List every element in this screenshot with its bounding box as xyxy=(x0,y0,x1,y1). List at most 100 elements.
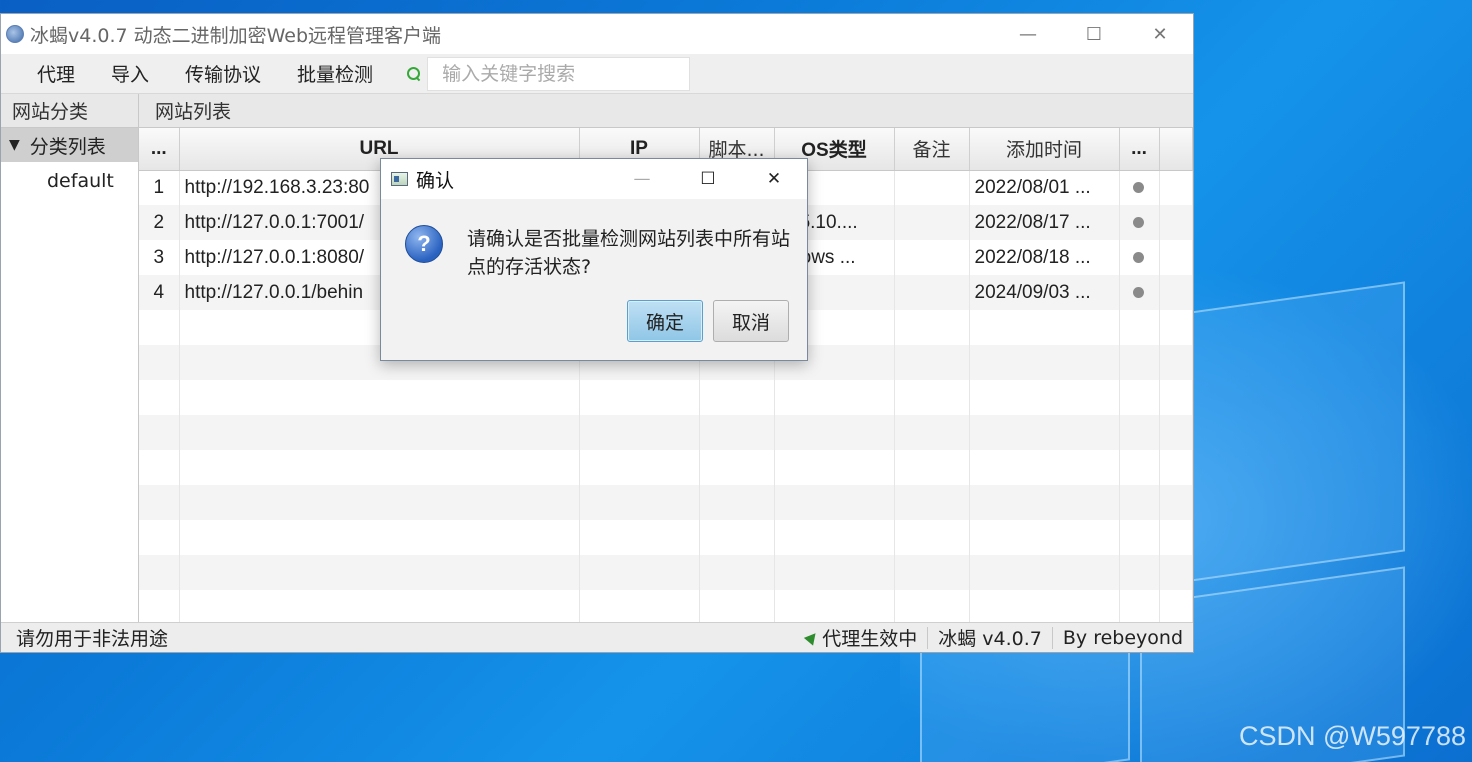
cell-status xyxy=(1119,240,1160,275)
proxy-arrow-icon xyxy=(804,629,821,646)
proxy-status[interactable]: 代理生效中 xyxy=(796,627,927,650)
empty-cell xyxy=(1159,450,1193,485)
cell-note xyxy=(894,170,970,205)
empty-cell xyxy=(894,485,970,520)
empty-cell xyxy=(139,485,180,520)
column-header-added-time[interactable]: 添加时间 xyxy=(969,128,1120,171)
cell-added-time: 2022/08/01 ... xyxy=(969,170,1120,205)
dialog-title: 确认 xyxy=(416,169,455,192)
menu-proxy[interactable]: 代理 xyxy=(1,60,93,87)
empty-cell xyxy=(179,450,580,485)
empty-cell xyxy=(699,590,775,625)
cancel-button[interactable]: 取消 xyxy=(713,300,789,342)
empty-cell xyxy=(1119,520,1160,555)
menu-transport-protocol[interactable]: 传输协议 xyxy=(167,60,279,87)
status-dot-icon xyxy=(1132,216,1144,228)
empty-cell xyxy=(139,590,180,625)
window-controls: — ☐ ✕ xyxy=(995,14,1193,54)
empty-cell xyxy=(179,555,580,590)
empty-cell xyxy=(1119,345,1160,380)
author-label: By rebeyond xyxy=(1051,626,1193,649)
empty-cell xyxy=(1119,380,1160,415)
empty-cell xyxy=(1119,310,1160,345)
empty-cell xyxy=(1159,310,1193,345)
menu-batch-check[interactable]: 批量检测 xyxy=(279,60,391,87)
version-label: 冰蝎 v4.0.7 xyxy=(927,626,1052,650)
empty-cell xyxy=(774,520,895,555)
category-tree-root[interactable]: ▼ 分类列表 xyxy=(1,128,138,162)
empty-cell xyxy=(699,450,775,485)
empty-cell xyxy=(179,520,580,555)
watermark: CSDN @W597788 xyxy=(1239,721,1466,751)
column-header-status[interactable]: ... xyxy=(1119,128,1160,171)
empty-cell xyxy=(774,485,895,520)
column-header-filler xyxy=(1159,128,1193,171)
search-input[interactable] xyxy=(427,56,691,91)
empty-cell xyxy=(139,345,180,380)
window-title: 冰蝎v4.0.7 动态二进制加密Web远程管理客户端 xyxy=(30,24,442,47)
ok-button[interactable]: 确定 xyxy=(627,300,703,342)
dialog-body: ? 请确认是否批量检测网站列表中所有站点的存活状态? xyxy=(381,199,807,281)
minimize-button[interactable]: — xyxy=(995,14,1061,54)
search-icon xyxy=(407,66,421,81)
empty-cell xyxy=(969,450,1120,485)
empty-cell xyxy=(969,345,1120,380)
status-dot-icon xyxy=(1132,181,1144,193)
cell-note xyxy=(894,275,970,310)
dialog-title-bar[interactable]: 确认 — ☐ ✕ xyxy=(381,159,807,199)
empty-cell xyxy=(894,520,970,555)
menu-import[interactable]: 导入 xyxy=(93,60,167,87)
expand-arrow-icon[interactable]: ▼ xyxy=(9,137,20,153)
cell-filler xyxy=(1159,275,1193,310)
empty-cell xyxy=(139,520,180,555)
empty-cell xyxy=(139,415,180,450)
cell-index: 3 xyxy=(139,240,180,275)
empty-cell xyxy=(579,590,700,625)
empty-cell xyxy=(699,380,775,415)
empty-cell xyxy=(774,415,895,450)
question-icon: ? xyxy=(405,225,443,263)
cell-index: 4 xyxy=(139,275,180,310)
empty-cell xyxy=(1119,485,1160,520)
cell-filler xyxy=(1159,205,1193,240)
column-header-note[interactable]: 备注 xyxy=(894,128,970,171)
dialog-maximize-button[interactable]: ☐ xyxy=(675,159,741,199)
empty-cell xyxy=(1159,485,1193,520)
menu-bar: 代理 导入 传输协议 批量检测 xyxy=(1,54,1193,94)
empty-cell xyxy=(579,485,700,520)
cell-status xyxy=(1119,205,1160,240)
maximize-button[interactable]: ☐ xyxy=(1061,14,1127,54)
empty-cell xyxy=(774,590,895,625)
status-right: 代理生效中 冰蝎 v4.0.7 By rebeyond xyxy=(796,626,1193,650)
column-header-index[interactable]: ... xyxy=(139,128,180,171)
app-icon xyxy=(6,25,24,43)
dialog-buttons: 确定 取消 xyxy=(627,300,789,342)
empty-cell xyxy=(579,520,700,555)
empty-cell xyxy=(1159,520,1193,555)
empty-table-row xyxy=(139,485,1193,520)
empty-cell xyxy=(969,310,1120,345)
empty-cell xyxy=(179,590,580,625)
dialog-controls: — ☐ ✕ xyxy=(609,159,807,199)
empty-table-row xyxy=(139,450,1193,485)
cell-added-time: 2022/08/18 ... xyxy=(969,240,1120,275)
title-bar[interactable]: 冰蝎v4.0.7 动态二进制加密Web远程管理客户端 — ☐ ✕ xyxy=(1,14,1193,54)
dialog-close-button[interactable]: ✕ xyxy=(741,159,807,199)
empty-cell xyxy=(1119,555,1160,590)
empty-cell xyxy=(894,310,970,345)
cell-filler xyxy=(1159,240,1193,275)
empty-cell xyxy=(1159,555,1193,590)
dialog-minimize-button[interactable]: — xyxy=(609,159,675,199)
empty-cell xyxy=(1119,415,1160,450)
close-button[interactable]: ✕ xyxy=(1127,14,1193,54)
category-sidebar: 网站分类 ▼ 分类列表 default xyxy=(1,94,139,622)
empty-cell xyxy=(179,380,580,415)
empty-cell xyxy=(969,485,1120,520)
cell-index: 2 xyxy=(139,205,180,240)
category-item-default[interactable]: default xyxy=(1,162,138,200)
status-bar: 请勿用于非法用途 代理生效中 冰蝎 v4.0.7 By rebeyond xyxy=(1,622,1193,652)
cell-note xyxy=(894,240,970,275)
dialog-message: 请确认是否批量检测网站列表中所有站点的存活状态? xyxy=(467,228,791,278)
empty-cell xyxy=(894,555,970,590)
empty-cell xyxy=(969,520,1120,555)
